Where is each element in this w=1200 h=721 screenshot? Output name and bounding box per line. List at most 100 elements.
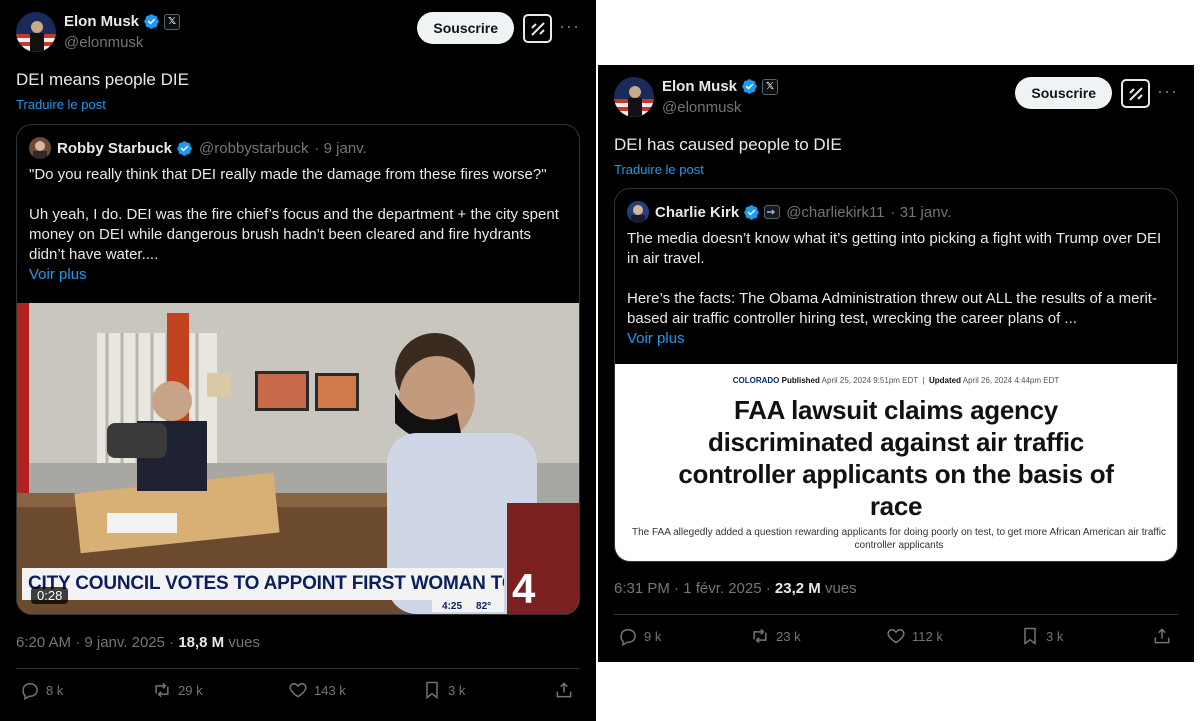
repost-icon <box>155 682 169 698</box>
more-options-icon[interactable]: ··· <box>559 16 580 36</box>
channel-logo: 4 <box>512 565 536 612</box>
share-icon <box>1154 628 1170 644</box>
post-left: Elon Musk 𝕏 @elonmusk Souscrire ··· DEI … <box>0 0 596 721</box>
post-text: DEI has caused people to DIE <box>614 135 842 154</box>
views-label: vues <box>820 580 857 597</box>
action-bar: 8 k 29 k 143 k 3 k <box>16 680 580 710</box>
quote-body: "Do you really think that DEI really mad… <box>29 165 565 285</box>
ticker-time: 4:25 <box>442 600 463 612</box>
bookmark-button[interactable]: 3 k <box>422 680 465 700</box>
share-button[interactable] <box>554 680 574 700</box>
subscribe-button[interactable]: Souscrire <box>417 12 514 44</box>
quote-paragraph: Here’s the facts: The Obama Administrati… <box>627 290 1157 327</box>
repost-count: 29 k <box>178 682 203 698</box>
view-count: 23,2 M <box>774 580 821 597</box>
bookmark-icon <box>1024 627 1036 645</box>
updated-date: April 26, 2024 4:44pm EDT <box>962 376 1060 385</box>
verified-badge-icon <box>177 140 192 156</box>
avatar[interactable] <box>16 12 56 52</box>
translate-link[interactable]: Traduire le post <box>614 162 704 177</box>
bookmark-count: 3 k <box>448 682 466 698</box>
organization-badge-icon <box>764 205 781 219</box>
quote-date: · 9 janv. <box>314 139 367 157</box>
author-name[interactable]: Elon Musk <box>662 78 737 95</box>
like-button[interactable]: 143 k <box>288 680 346 700</box>
avatar[interactable] <box>614 77 654 117</box>
quoted-post[interactable]: Charlie Kirk @charliekirk11 · 31 janv. T… <box>614 188 1178 562</box>
author-handle[interactable]: @elonmusk <box>662 99 741 116</box>
post-header: Elon Musk 𝕏 @elonmusk Souscrire ··· <box>614 77 1178 121</box>
article-category: COLORADO <box>732 376 780 385</box>
bookmark-icon <box>426 681 438 699</box>
ticker-temperature: 82° <box>476 600 492 612</box>
post-text: DEI means people DIE <box>16 70 189 89</box>
heart-icon <box>887 628 905 644</box>
view-count: 18,8 M <box>178 634 225 651</box>
quote-avatar <box>627 201 649 223</box>
like-count: 112 k <box>912 628 943 644</box>
post-header: Elon Musk 𝕏 @elonmusk Souscrire ··· <box>16 12 580 56</box>
post-right: Elon Musk 𝕏 @elonmusk Souscrire ··· DEI … <box>598 65 1194 662</box>
heart-icon <box>289 682 307 698</box>
video-duration: 0:28 <box>31 587 69 604</box>
repost-button[interactable]: 29 k <box>152 680 203 700</box>
post-meta: 6:31 PM · 1 févr. 2025 · 23,2 M vues <box>614 580 857 597</box>
repost-icon <box>753 628 767 644</box>
divider <box>614 614 1178 615</box>
verified-badge-icon <box>144 14 159 29</box>
reply-icon <box>22 683 38 700</box>
action-bar: 9 k 23 k 112 k 3 k <box>614 626 1178 656</box>
post-meta: 6:20 AM · 9 janv. 2025 · 18,8 M vues <box>16 634 260 651</box>
see-more-link[interactable]: Voir plus <box>29 265 565 285</box>
reply-button[interactable]: 9 k <box>618 626 661 646</box>
repost-count: 23 k <box>776 628 801 644</box>
share-icon <box>556 682 572 698</box>
video-ticker: 4:25 82° <box>432 600 504 612</box>
quote-author-handle: @charliekirk11 <box>786 203 885 221</box>
bookmark-count: 3 k <box>1046 628 1064 644</box>
grok-icon[interactable] <box>1121 79 1150 108</box>
like-button[interactable]: 112 k <box>886 626 943 646</box>
subscribe-button[interactable]: Souscrire <box>1015 77 1112 109</box>
views-label: vues <box>224 634 261 651</box>
bookmark-button[interactable]: 3 k <box>1020 626 1063 646</box>
quote-avatar <box>29 137 51 159</box>
more-options-icon[interactable]: ··· <box>1157 81 1178 101</box>
quote-body: The media doesn’t know what it’s getting… <box>627 229 1163 349</box>
quote-author-name[interactable]: Charlie Kirk <box>655 204 739 221</box>
verified-badge-icon <box>744 204 759 220</box>
like-count: 143 k <box>314 682 346 698</box>
video-player[interactable]: CITY COUNCIL VOTES TO APPOINT FIRST WOMA… <box>17 303 579 614</box>
quote-paragraph: Uh yeah, I do. DEI was the fire chief’s … <box>29 206 559 263</box>
article-image[interactable]: COLORADO Published April 25, 2024 9:51pm… <box>615 364 1177 561</box>
quote-author-handle: @robbystarbuck <box>199 139 309 157</box>
reply-count: 9 k <box>644 628 662 644</box>
divider <box>16 668 580 669</box>
article-subheadline: The FAA allegedly added a question rewar… <box>631 527 1166 551</box>
x-affiliate-icon: 𝕏 <box>164 13 181 30</box>
post-timestamp[interactable]: 6:20 AM · 9 janv. 2025 · <box>16 634 178 651</box>
see-more-link[interactable]: Voir plus <box>627 329 1163 349</box>
reply-button[interactable]: 8 k <box>20 680 63 700</box>
quoted-post[interactable]: Robby Starbuck @robbystarbuck · 9 janv. … <box>16 124 580 615</box>
published-label: Published <box>781 376 820 385</box>
quote-date: · 31 janv. <box>890 203 952 221</box>
article-headline: FAA lawsuit claims agency discriminated … <box>678 395 1114 521</box>
grok-icon[interactable] <box>523 14 552 43</box>
translate-link[interactable]: Traduire le post <box>16 97 106 112</box>
video-caption: CITY COUNCIL VOTES TO APPOINT FIRST WOMA… <box>22 568 504 600</box>
x-affiliate-icon: 𝕏 <box>762 78 779 95</box>
quote-paragraph: The media doesn’t know what it’s getting… <box>627 230 1162 267</box>
author-name[interactable]: Elon Musk <box>64 13 139 30</box>
author-handle[interactable]: @elonmusk <box>64 34 143 51</box>
share-button[interactable] <box>1152 626 1172 646</box>
updated-label: Updated <box>928 376 961 385</box>
article-topline: COLORADO Published April 25, 2024 9:51pm… <box>732 376 1060 385</box>
reply-icon <box>620 629 636 646</box>
quote-paragraph: "Do you really think that DEI really mad… <box>29 166 547 183</box>
published-date: April 25, 2024 9:51pm EDT <box>821 376 919 385</box>
post-timestamp[interactable]: 6:31 PM · 1 févr. 2025 · <box>614 580 775 597</box>
verified-badge-icon <box>742 79 757 94</box>
repost-button[interactable]: 23 k <box>750 626 801 646</box>
quote-author-name[interactable]: Robby Starbuck <box>57 140 172 157</box>
